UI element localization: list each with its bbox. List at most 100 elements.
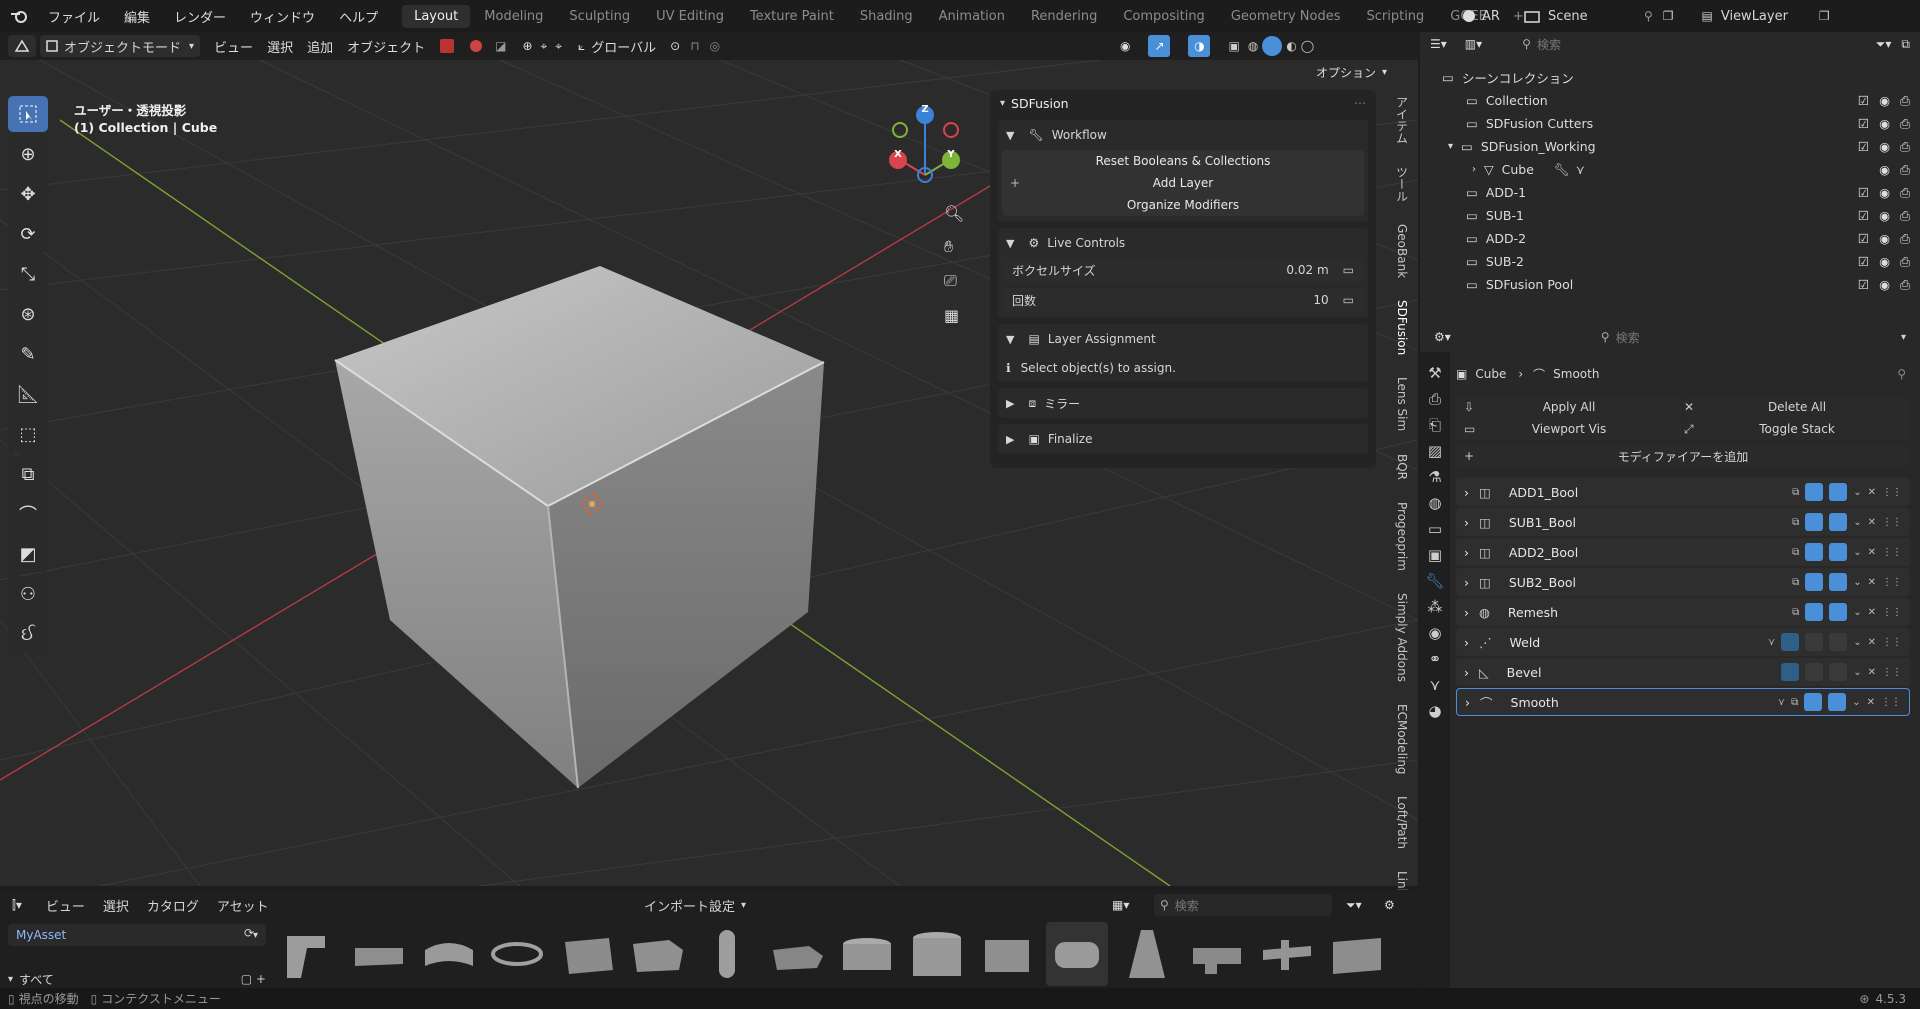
asset-library-select[interactable]: MyAsset ▾ (8, 924, 266, 946)
viewport-toggle-icon[interactable] (1805, 633, 1824, 651)
tab-shading[interactable]: Shading (848, 5, 925, 28)
scene-name[interactable]: Scene (1548, 9, 1638, 24)
eye-icon[interactable]: ◉ (1879, 208, 1890, 224)
new-collection-icon[interactable]: ⧉ (1901, 37, 1910, 52)
navigation-gizmo[interactable] (889, 106, 960, 183)
pin-icon[interactable]: ⚲ (1897, 367, 1906, 381)
modifier-add2-bool[interactable]: › ◫ ADD2_Bool ⧉ ⌄ ✕ ⋮⋮ (1456, 538, 1910, 566)
constraints-tab-icon[interactable]: ⚭ (1429, 650, 1442, 668)
eye-icon[interactable]: ◉ (1879, 116, 1890, 132)
measure-tool[interactable]: 📐︎ (8, 376, 48, 412)
scene-icon[interactable] (1524, 9, 1540, 23)
render-toggle-icon[interactable] (1829, 663, 1848, 681)
edit-mode-icon[interactable]: ⧉ (1792, 517, 1799, 528)
close-icon[interactable]: ✕ (1868, 637, 1876, 648)
asset-thumb-2[interactable] (346, 922, 408, 986)
chevron-down-icon[interactable]: ⌄ (1852, 697, 1860, 708)
camera-icon[interactable]: ⎙ (1900, 185, 1910, 201)
asset-thumb-1[interactable] (276, 922, 338, 986)
eye-icon[interactable]: ◉ (1879, 231, 1890, 247)
xray-icon[interactable]: ▣ (1228, 39, 1239, 53)
menu-help[interactable]: ヘルプ (327, 7, 390, 26)
asset-thumb-4[interactable] (486, 922, 548, 986)
menu-edit[interactable]: 編集 (112, 7, 162, 26)
outliner-item-add-2[interactable]: ▭ ADD-2 ☑ ◉ ⎙ (1420, 227, 1920, 250)
chevron-right-icon[interactable]: › (1464, 545, 1469, 560)
finalize-section-header[interactable]: ▶ ▣ Finalize (998, 424, 1368, 454)
vp-menu-view[interactable]: ビュー (214, 37, 253, 56)
checkbox-icon[interactable]: ☑ (1858, 93, 1869, 109)
physics-tab-icon[interactable]: ◉ (1428, 624, 1441, 642)
outliner-item-add-1[interactable]: ▭ ADD-1 ☑ ◉ ⎙ (1420, 181, 1920, 204)
vtab-ecmodeling[interactable]: ECModeling (1395, 704, 1409, 775)
asset-menu-asset[interactable]: アセット (217, 896, 269, 915)
eye-icon[interactable]: ◉ (1879, 277, 1890, 293)
asset-thumb-9[interactable] (836, 922, 898, 986)
rotate-tool[interactable]: ⟳ (8, 216, 48, 252)
frame-tool[interactable]: ◩ (8, 536, 48, 572)
outliner-item-sub-2[interactable]: ▭ SUB-2 ☑ ◉ ⎙ (1420, 250, 1920, 273)
overlay-toggle-icon[interactable]: ◑ (1188, 35, 1211, 57)
pan-hand-icon[interactable]: ✋︎ (944, 230, 953, 264)
modifier-remesh[interactable]: › ◍ Remesh ⧉ ⌄ ✕ ⋮⋮ (1456, 598, 1910, 626)
chevron-down-icon[interactable]: ⌄ (1853, 607, 1861, 618)
on-cage-icon[interactable]: ⋎ (1768, 637, 1775, 648)
tab-animation[interactable]: Animation (927, 5, 1017, 28)
viewport-toggle-icon[interactable] (1805, 663, 1824, 681)
outliner-item-collection[interactable]: ▭ Collection ☑ ◉ ⎙ (1420, 89, 1920, 112)
asset-menu-view[interactable]: ビュー (46, 896, 85, 915)
solid-shading-icon[interactable] (1262, 36, 1283, 56)
outliner-item-sdfusion-working[interactable]: ▾ ▭ SDFusion_Working ☑ ◉ ⎙ (1420, 135, 1920, 158)
checkbox-icon[interactable]: ☑ (1858, 116, 1869, 132)
delete-all-button[interactable]: ✕ Delete All (1684, 396, 1910, 418)
editor-type-button[interactable] (8, 35, 36, 57)
drag-handle-icon[interactable]: ⋮⋮ (1882, 487, 1902, 498)
chevron-right-icon[interactable]: › (1464, 515, 1469, 530)
asset-menu-catalog[interactable]: カタログ (147, 896, 199, 915)
blender-logo-icon[interactable] (10, 9, 28, 23)
edit-mode-icon[interactable]: ⧉ (1791, 697, 1798, 708)
close-icon[interactable]: ✕ (1868, 547, 1876, 558)
vtab-sdfusion[interactable]: SDFusion (1395, 300, 1409, 355)
close-icon[interactable]: ✕ (1867, 697, 1875, 708)
live-controls-header[interactable]: ▼ ⚙ Live Controls (998, 228, 1368, 258)
voxel-size-field[interactable]: ボクセルサイズ 0.02 m ▭ (1002, 258, 1364, 282)
display-icon[interactable]: ▭ (1343, 293, 1354, 307)
object-tab-icon[interactable]: ▣ (1428, 546, 1442, 564)
mesh-data-icon[interactable]: ⋎ (1576, 162, 1585, 177)
snap-target-icon[interactable]: ⌖ (541, 39, 548, 54)
tab-uv-editing[interactable]: UV Editing (644, 5, 736, 28)
modifier-sub1-bool[interactable]: › ◫ SUB1_Bool ⧉ ⌄ ✕ ⋮⋮ (1456, 508, 1910, 536)
asset-thumb-7[interactable] (696, 922, 758, 986)
view-layer-icon[interactable]: ▤ (1702, 9, 1713, 23)
chevron-down-icon[interactable]: ⌄ (1853, 517, 1861, 528)
viewport-toggle-icon[interactable] (1804, 693, 1823, 711)
chevron-down-icon[interactable]: ⌄ (1853, 667, 1861, 678)
asset-thumb-14[interactable] (1186, 922, 1248, 986)
asset-thumb-6[interactable] (626, 922, 688, 986)
checkbox-icon[interactable]: ☑ (1858, 185, 1869, 201)
camera-icon[interactable]: ⎚ (944, 264, 957, 298)
select-box-tool[interactable] (8, 96, 48, 132)
wireframe-shading-icon[interactable]: ◍ (1248, 39, 1258, 53)
world-tab-icon[interactable]: ◍ (1428, 494, 1441, 512)
proportional-editing-icon[interactable]: ◎ (710, 39, 720, 53)
particles-tab-icon[interactable]: ⁂ (1428, 598, 1443, 616)
outliner-search-input[interactable]: ⚲ 検索 (1522, 34, 1652, 54)
filter-icon[interactable]: ⏷▾ (1876, 37, 1892, 52)
modifier-smooth[interactable]: › ⌒ Smooth ⋎ ⧉ ⌄ ✕ ⋮⋮ (1456, 688, 1910, 716)
viewport-toggle-icon[interactable] (1805, 513, 1824, 531)
add-catalog-icon[interactable]: ▢ + (241, 972, 266, 986)
chevron-down-icon[interactable]: ▾ (1901, 332, 1906, 343)
add-modifier-button[interactable]: + モディファイアーを追加 (1456, 444, 1910, 468)
chevron-down-icon[interactable]: ⌄ (1853, 487, 1861, 498)
chevron-right-icon[interactable]: › (1464, 575, 1469, 590)
render-tab-icon[interactable]: ⎙ (1429, 390, 1441, 408)
move-tool[interactable]: ✥ (8, 176, 48, 212)
vtab-progeoprim[interactable]: Progeoprim (1395, 502, 1409, 571)
close-icon[interactable]: ✕ (1868, 607, 1876, 618)
asset-thumb-8[interactable] (766, 922, 828, 986)
add-cube-tool[interactable]: ⬚ (8, 416, 48, 452)
asset-thumb-10[interactable] (906, 922, 968, 986)
add-layer-button[interactable]: + Add Layer (1002, 172, 1364, 194)
